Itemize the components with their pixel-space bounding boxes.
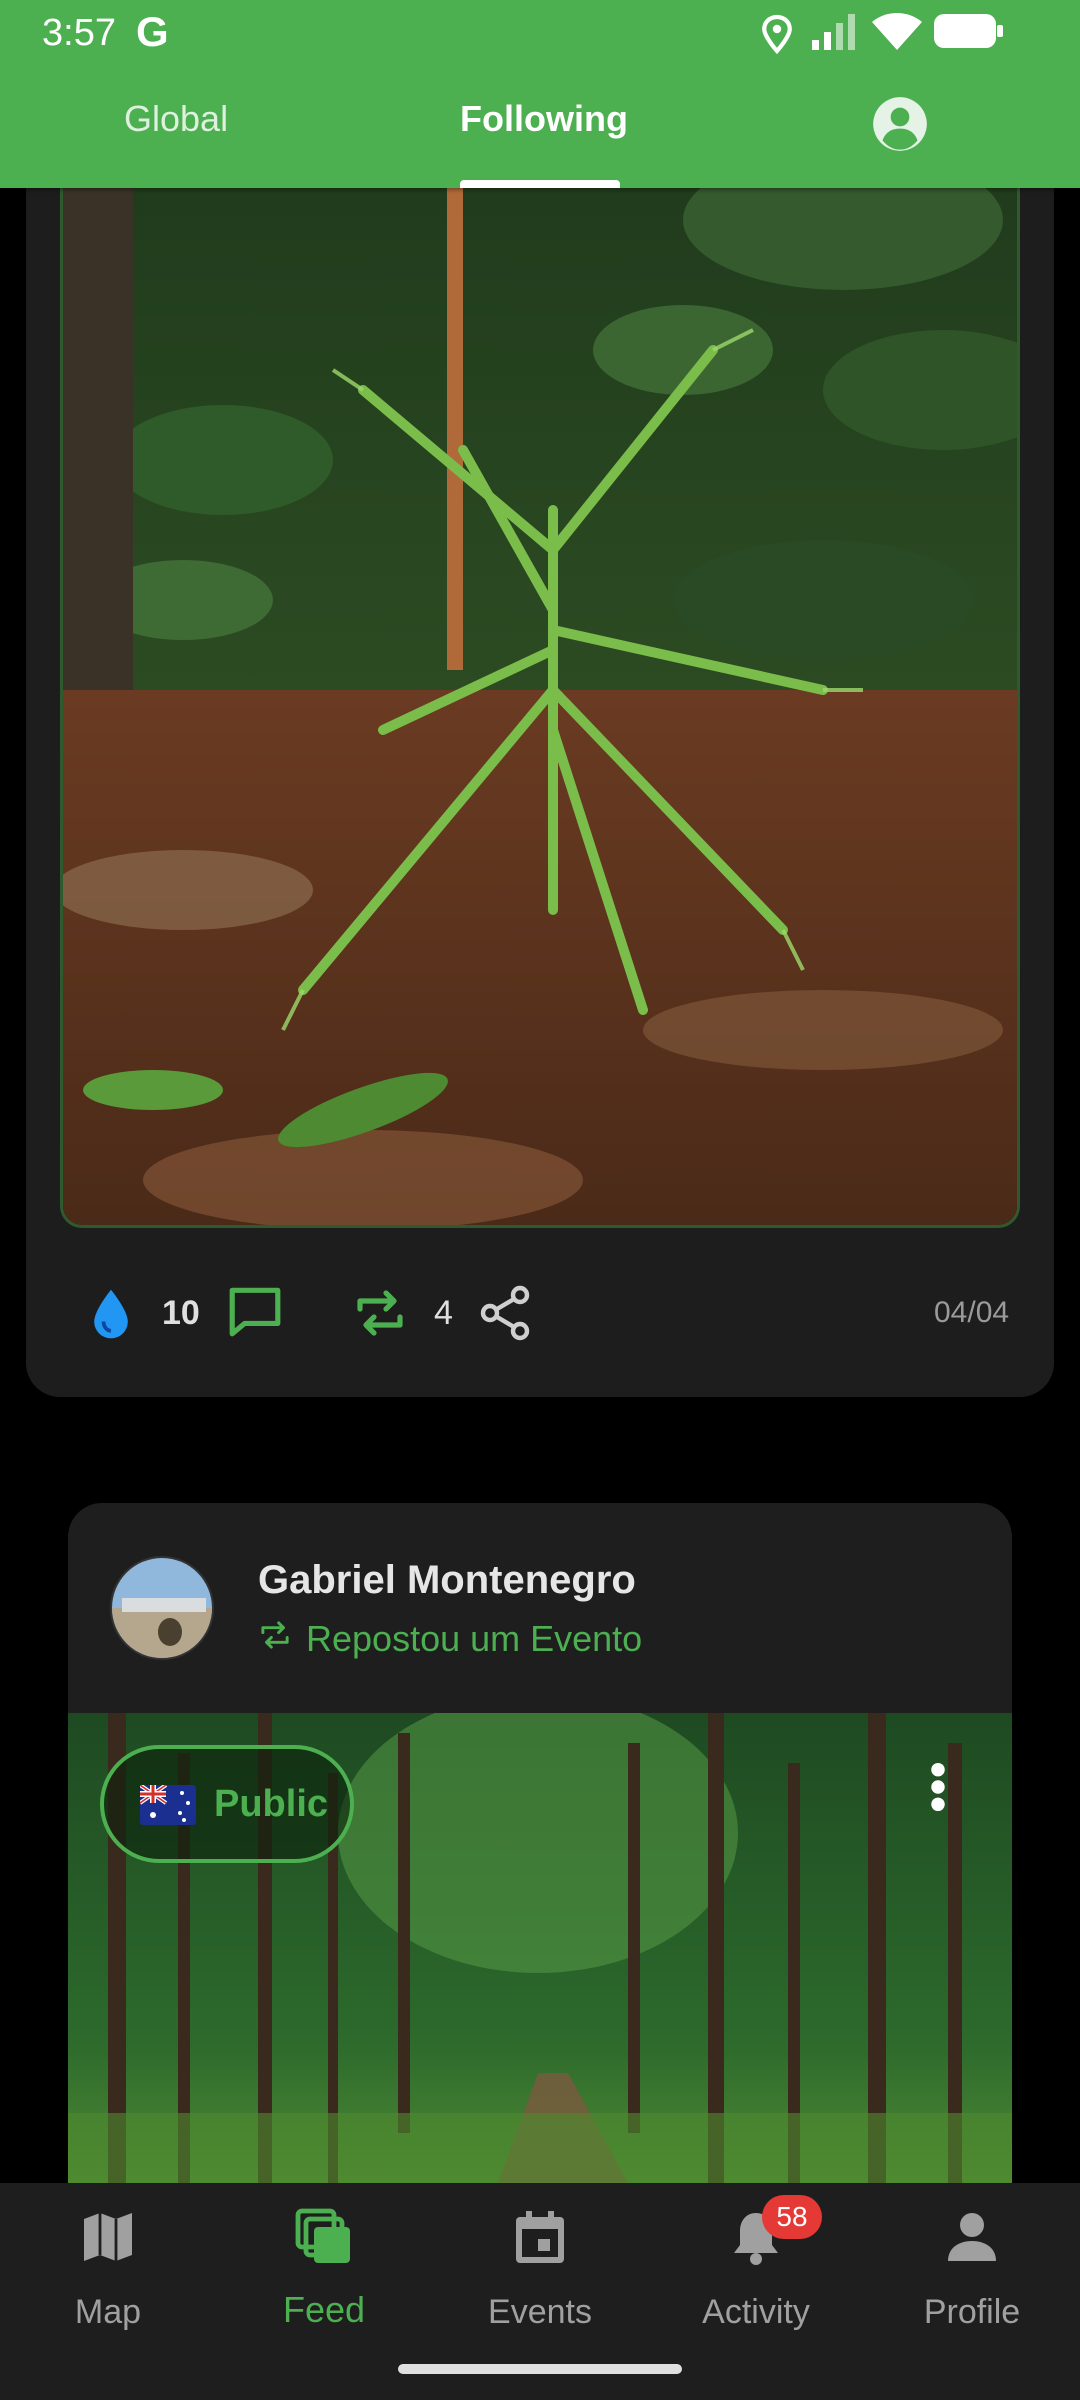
tab-following[interactable]: Following — [460, 98, 628, 140]
feed-icon — [295, 2208, 350, 2263]
water-drop-icon[interactable] — [88, 1286, 134, 1342]
nav-feed[interactable]: Feed — [216, 2183, 432, 2373]
tab-global[interactable]: Global — [124, 98, 228, 140]
like-count: 10 — [162, 1294, 200, 1332]
post-date: 04/04 — [934, 1296, 1010, 1329]
battery-icon — [934, 14, 1003, 48]
nav-map[interactable]: Map — [0, 2183, 216, 2373]
nav-activity-label: Activity — [702, 2293, 810, 2331]
person-icon — [948, 2213, 996, 2261]
signal-icon — [812, 14, 855, 50]
repost-count: 4 — [434, 1294, 453, 1332]
repost-icon[interactable] — [352, 1286, 408, 1340]
nav-profile[interactable]: Profile — [864, 2183, 1080, 2373]
map-icon — [84, 2213, 132, 2261]
plant-photo-illustration — [63, 130, 1017, 1225]
avatar[interactable] — [110, 1556, 214, 1660]
post-actions: 10 4 04/04 — [0, 1270, 1080, 1360]
visibility-badge[interactable]: Public — [100, 1745, 354, 1863]
post-photo-araucaria[interactable] — [60, 130, 1020, 1228]
comment-icon[interactable] — [226, 1284, 284, 1338]
visibility-label: Public — [214, 1783, 329, 1825]
more-options-icon[interactable] — [928, 1762, 948, 1812]
calendar-icon — [516, 2211, 564, 2263]
activity-badge: 58 — [762, 2195, 822, 2239]
australia-flag-icon — [140, 1785, 196, 1825]
account-circle-icon[interactable] — [872, 96, 928, 152]
share-icon[interactable] — [478, 1284, 534, 1342]
status-time: 3:57 — [42, 12, 116, 54]
nav-activity[interactable]: 58 Activity — [648, 2183, 864, 2373]
screen: 3:57 G Global Following 10 4 04/04 Gabri… — [0, 0, 1080, 2400]
nav-feed-label: Feed — [282, 2289, 366, 2330]
repost-label: Repostou um Evento — [306, 1618, 643, 1659]
top-app-bar: 3:57 G Global Following — [0, 0, 1080, 188]
wifi-icon — [872, 13, 922, 50]
home-indicator[interactable] — [398, 2364, 682, 2374]
post-author-name[interactable]: Gabriel Montenegro — [258, 1558, 636, 1603]
nav-events-label: Events — [488, 2293, 592, 2331]
active-tab-indicator — [460, 180, 620, 188]
location-icon — [762, 14, 792, 54]
nav-events[interactable]: Events — [432, 2183, 648, 2373]
nav-profile-label: Profile — [923, 2293, 1021, 2331]
google-g-icon: G — [136, 8, 169, 55]
repost-small-icon — [261, 1621, 289, 1649]
nav-map-label: Map — [74, 2293, 142, 2331]
